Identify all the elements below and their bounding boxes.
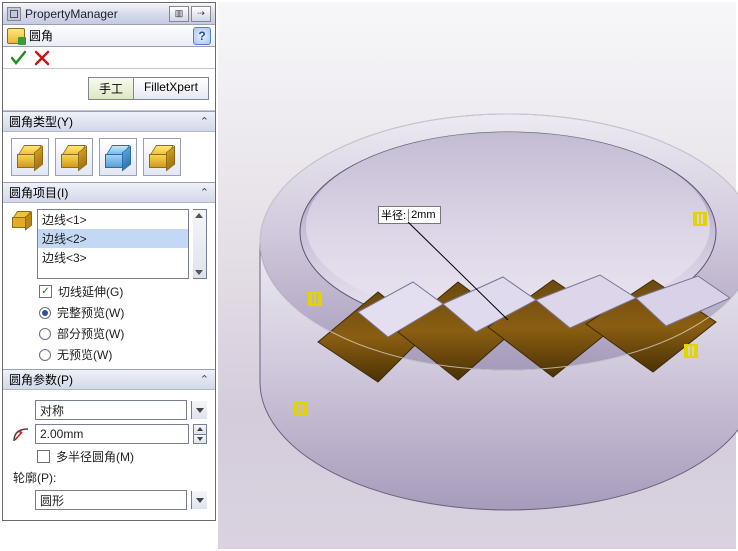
feature-header: 圆角 ? xyxy=(3,25,215,47)
profile-label: 轮廓(P): xyxy=(13,469,207,486)
full-preview-label: 完整预览(W) xyxy=(57,304,124,321)
radius-value: 2.00mm xyxy=(40,427,83,441)
tangent-propagation-row[interactable]: ✓ 切线延伸(G) xyxy=(39,283,207,300)
mode-switch: 手工 FilletXpert xyxy=(3,69,215,111)
edge-selection-icon xyxy=(12,211,32,229)
partial-preview-row[interactable]: 部分预览(W) xyxy=(39,325,207,342)
panel-split-button[interactable]: ▥ xyxy=(169,6,189,22)
radius-input[interactable]: 2.00mm xyxy=(35,424,189,444)
section-fillet-params-title: 圆角参数(P) xyxy=(9,371,73,388)
section-fillet-type-header[interactable]: 圆角类型(Y) ⌃ xyxy=(3,112,215,132)
edges-listbox[interactable]: 边线<1> 边线<2> 边线<3> xyxy=(37,209,189,279)
full-preview-row[interactable]: 完整预览(W) xyxy=(39,304,207,321)
section-fillet-items-title: 圆角项目(I) xyxy=(9,184,68,201)
checkbox-icon[interactable] xyxy=(37,450,50,463)
radio-icon[interactable] xyxy=(39,328,51,340)
symmetry-value: 对称 xyxy=(40,402,64,419)
fillet-type-row xyxy=(11,138,207,176)
radio-icon[interactable] xyxy=(39,349,51,361)
list-item[interactable]: 边线<2> xyxy=(38,229,188,248)
multi-radius-row[interactable]: 多半径圆角(M) xyxy=(37,448,207,465)
radio-selected-icon[interactable] xyxy=(39,307,51,319)
profile-value: 圆形 xyxy=(40,492,64,509)
feature-name: 圆角 xyxy=(29,27,53,44)
section-fillet-params-header[interactable]: 圆角参数(P) ⌃ xyxy=(3,370,215,390)
tangent-propagation-label: 切线延伸(G) xyxy=(58,283,123,300)
ok-button[interactable] xyxy=(9,49,27,67)
fillet-handle[interactable] xyxy=(294,402,322,424)
symmetry-dropdown[interactable]: 对称 xyxy=(35,400,187,420)
radius-spinner[interactable] xyxy=(193,424,207,444)
section-fillet-items: 圆角项目(I) ⌃ 边线<1> 边线<2> 边线<3> ✓ 切线延伸(G) 完整… xyxy=(3,182,215,369)
dropdown-button[interactable] xyxy=(191,401,207,419)
radius-callout: 半径: xyxy=(378,206,441,224)
partial-preview-label: 部分预览(W) xyxy=(57,325,124,342)
list-item[interactable]: 边线<1> xyxy=(38,210,188,229)
fillet-handle[interactable] xyxy=(308,292,336,314)
profile-dropdown[interactable]: 圆形 xyxy=(35,490,187,510)
list-item[interactable]: 边线<3> xyxy=(38,248,188,267)
section-fillet-items-header[interactable]: 圆角项目(I) ⌃ xyxy=(3,183,215,203)
list-scrollbar[interactable] xyxy=(193,209,207,279)
mode-manual[interactable]: 手工 xyxy=(88,77,134,100)
no-preview-row[interactable]: 无预览(W) xyxy=(39,346,207,363)
fillet-icon xyxy=(7,28,25,44)
fillet-handle[interactable] xyxy=(684,344,712,366)
checkbox-checked-icon[interactable]: ✓ xyxy=(39,285,52,298)
panel-titlebar: PropertyManager ▥ ⇢ xyxy=(3,3,215,25)
multi-radius-label: 多半径圆角(M) xyxy=(56,448,134,465)
property-manager-panel: PropertyManager ▥ ⇢ 圆角 ? 手工 FilletXpert … xyxy=(2,2,216,521)
section-fillet-type: 圆角类型(Y) ⌃ xyxy=(3,111,215,182)
mode-filletxpert[interactable]: FilletXpert xyxy=(134,77,209,100)
cancel-button[interactable] xyxy=(33,49,51,67)
panel-title: PropertyManager xyxy=(25,7,118,21)
section-fillet-type-title: 圆角类型(Y) xyxy=(9,113,73,130)
dropdown-button[interactable] xyxy=(191,491,207,509)
fillet-type-variable[interactable] xyxy=(55,138,93,176)
section-fillet-params: 圆角参数(P) ⌃ 对称 2.00mm xyxy=(3,369,215,520)
fillet-type-full-round[interactable] xyxy=(143,138,181,176)
graphics-viewport[interactable]: 半径: xyxy=(218,2,736,549)
symmetry-icon xyxy=(11,401,31,419)
confirm-row xyxy=(3,47,215,69)
panel-icon xyxy=(7,7,21,21)
no-preview-label: 无预览(W) xyxy=(57,346,112,363)
fillet-handle[interactable] xyxy=(693,212,721,234)
radius-icon xyxy=(11,425,31,443)
fillet-type-face[interactable] xyxy=(99,138,137,176)
fillet-type-constant[interactable] xyxy=(11,138,49,176)
